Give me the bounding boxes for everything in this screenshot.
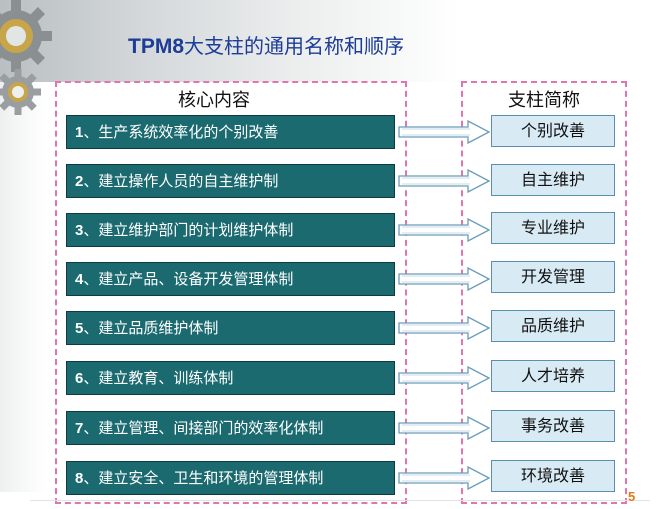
pillar-abbr: 专业维护 xyxy=(491,212,615,244)
item-text: 、生产系统效率化的个别改善 xyxy=(83,123,279,141)
item-text: 、建立维护部门的计划维护体制 xyxy=(83,221,294,239)
item-text: 、建立产品、设备开发管理体制 xyxy=(83,270,294,288)
pillar-abbr: 自主维护 xyxy=(491,164,615,196)
core-item: 3、建立维护部门的计划维护体制 xyxy=(66,213,395,247)
arrow-icon xyxy=(398,267,490,291)
core-item: 4、建立产品、设备开发管理体制 xyxy=(66,262,395,296)
title-prefix: TPM8 xyxy=(128,35,185,58)
arrow-icon xyxy=(398,466,490,490)
item-text: 、建立操作人员的自主维护制 xyxy=(83,172,279,190)
arrow-icon xyxy=(398,169,490,193)
core-content-header: 核心内容 xyxy=(178,90,250,111)
item-text: 、建立管理、间接部门的效率化体制 xyxy=(83,419,324,437)
pillar-abbr-header: 支柱简称 xyxy=(508,90,580,111)
core-item: 2、建立操作人员的自主维护制 xyxy=(66,164,395,198)
pillar-abbr: 开发管理 xyxy=(491,261,615,293)
slide-title: TPM8大支柱的通用名称和顺序 xyxy=(128,30,404,64)
arrow-icon xyxy=(398,120,490,144)
arrow-icon xyxy=(398,366,490,390)
arrow-icon xyxy=(398,316,490,340)
core-item: 6、建立教育、训练体制 xyxy=(66,361,395,395)
pillar-abbr: 品质维护 xyxy=(491,310,615,342)
arrow-icon xyxy=(398,416,490,440)
core-item: 7、建立管理、间接部门的效率化体制 xyxy=(66,411,395,445)
pillar-abbr: 事务改善 xyxy=(491,410,615,442)
core-item: 5、建立品质维护体制 xyxy=(66,311,395,345)
gear-large-icon xyxy=(0,0,52,72)
footer-divider xyxy=(30,500,650,501)
page-number: 5 xyxy=(628,489,636,504)
item-text: 、建立教育、训练体制 xyxy=(83,369,234,387)
pillar-abbr: 个别改善 xyxy=(491,115,615,147)
pillar-abbr: 环境改善 xyxy=(491,460,615,492)
gear-small-icon xyxy=(0,69,41,115)
arrow-icon xyxy=(398,218,490,242)
item-text: 、建立品质维护体制 xyxy=(83,319,219,337)
left-decor-band xyxy=(0,82,46,492)
title-text: 大支柱的通用名称和顺序 xyxy=(184,34,405,58)
pillar-abbr: 人才培养 xyxy=(491,360,615,392)
core-item: 8、建立安全、卫生和环境的管理体制 xyxy=(66,461,395,495)
core-item: 1、生产系统效率化的个别改善 xyxy=(66,115,395,149)
item-text: 、建立安全、卫生和环境的管理体制 xyxy=(83,469,324,487)
